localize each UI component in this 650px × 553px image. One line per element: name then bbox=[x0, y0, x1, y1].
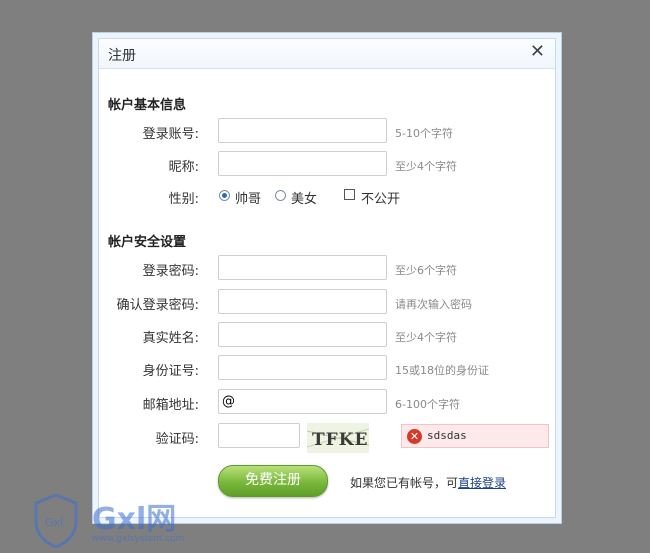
basic-info-heading: 帐户基本信息 bbox=[108, 98, 187, 113]
realname-hint: 至少4个字符 bbox=[395, 331, 457, 344]
close-icon[interactable]: ✕ bbox=[530, 42, 545, 62]
login-link[interactable]: 直接登录 bbox=[458, 476, 506, 490]
watermark-url: www.gxlsystem.com bbox=[92, 534, 185, 544]
register-button[interactable]: 免费注册 bbox=[218, 465, 328, 497]
realname-input[interactable] bbox=[218, 322, 387, 347]
password-label: 登录密码: bbox=[142, 264, 199, 279]
gender-label: 性别: bbox=[168, 192, 199, 207]
gender-male-radio[interactable] bbox=[219, 190, 230, 201]
username-hint: 5-10个字符 bbox=[395, 127, 453, 140]
email-label: 邮箱地址: bbox=[142, 398, 199, 413]
idcard-label: 身份证号: bbox=[142, 364, 199, 379]
gender-male-label[interactable]: 帅哥 bbox=[235, 188, 261, 207]
nickname-hint: 至少4个字符 bbox=[395, 160, 457, 173]
gender-female-radio[interactable] bbox=[275, 190, 286, 201]
svg-text:Gxl: Gxl bbox=[45, 516, 63, 529]
gender-private-checkbox[interactable] bbox=[344, 189, 355, 200]
realname-label: 真实姓名: bbox=[142, 331, 199, 346]
captcha-error-message: ✕ sdsdas bbox=[401, 424, 549, 448]
username-label: 登录账号: bbox=[142, 127, 199, 142]
confirm-password-input[interactable] bbox=[218, 289, 387, 314]
register-dialog: 注册 ✕ 帐户基本信息 登录账号: 5-10个字符 昵称: 至少4个字符 性别:… bbox=[92, 32, 562, 524]
shield-logo-icon: Gxl bbox=[34, 493, 78, 549]
email-hint: 6-100个字符 bbox=[395, 398, 460, 411]
captcha-label: 验证码: bbox=[155, 432, 199, 447]
captcha-input[interactable] bbox=[218, 423, 300, 448]
email-input[interactable] bbox=[218, 389, 387, 414]
dialog-titlebar: 注册 ✕ bbox=[99, 39, 555, 69]
dialog-body: 注册 ✕ 帐户基本信息 登录账号: 5-10个字符 昵称: 至少4个字符 性别:… bbox=[98, 38, 556, 518]
password-hint: 至少6个字符 bbox=[395, 264, 457, 277]
login-prompt-text: 如果您已有帐号，可 bbox=[350, 476, 459, 490]
username-input[interactable] bbox=[218, 118, 387, 143]
error-icon: ✕ bbox=[407, 429, 422, 444]
login-prompt: 如果您已有帐号，可直接登录 bbox=[350, 474, 506, 491]
idcard-input[interactable] bbox=[218, 355, 387, 380]
nickname-input[interactable] bbox=[218, 151, 387, 176]
nickname-label: 昵称: bbox=[168, 160, 199, 175]
gender-private-label[interactable]: 不公开 bbox=[361, 188, 400, 207]
gender-female-label[interactable]: 美女 bbox=[291, 188, 317, 207]
dialog-title: 注册 bbox=[108, 48, 136, 64]
password-input[interactable] bbox=[218, 255, 387, 280]
captcha-image[interactable]: TFKE bbox=[307, 423, 369, 453]
captcha-error-text: sdsdas bbox=[427, 429, 467, 442]
captcha-text: TFKE bbox=[312, 430, 368, 450]
watermark-brand: Gxl网 bbox=[92, 502, 177, 537]
confirm-password-label: 确认登录密码: bbox=[116, 298, 199, 313]
idcard-hint: 15或18位的身份证 bbox=[395, 364, 489, 377]
security-heading: 帐户安全设置 bbox=[108, 235, 187, 250]
confirm-password-hint: 请再次输入密码 bbox=[395, 298, 472, 311]
